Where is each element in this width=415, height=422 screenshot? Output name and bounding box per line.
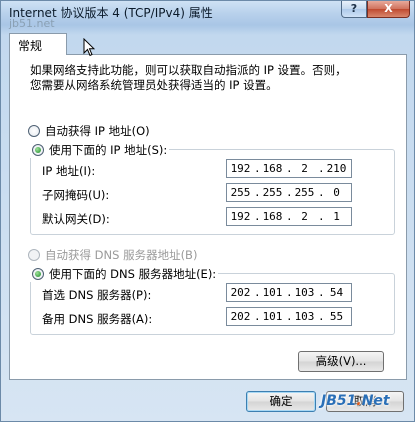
octet: 192 bbox=[230, 162, 251, 175]
tcpip-properties-dialog: Internet 协议版本 4 (TCP/IPv4) 属性 jb51.net ?… bbox=[0, 0, 415, 422]
description-text: 如果网络支持此功能，则可以获取自动指派的 IP 设置。否则， 您需要从网络系统管… bbox=[30, 63, 400, 93]
octet: 168 bbox=[262, 162, 283, 175]
manual-ip-legend: 使用下面的 IP 地址(S): bbox=[30, 142, 170, 158]
default-gateway-label: 默认网关(D): bbox=[42, 212, 110, 226]
watermark-prefix: JB51 bbox=[321, 393, 357, 409]
preferred-dns-label: 首选 DNS 服务器(P): bbox=[42, 288, 152, 302]
watermark-logo: JB51.Net bbox=[321, 393, 390, 409]
auto-dns-radio bbox=[28, 249, 40, 261]
advanced-button[interactable]: 高级(V)... bbox=[298, 351, 384, 372]
preferred-dns-input[interactable]: 202. 101. 103. 54 bbox=[226, 283, 352, 302]
manual-ip-label: 使用下面的 IP 地址(S): bbox=[49, 143, 168, 157]
octet: 210 bbox=[326, 162, 347, 175]
octet: 168 bbox=[262, 210, 283, 223]
octet: 54 bbox=[329, 286, 344, 299]
ip-address-label: IP 地址(I): bbox=[42, 164, 96, 178]
watermark-text: jb51.net bbox=[9, 17, 55, 30]
alternate-dns-label: 备用 DNS 服务器(A): bbox=[42, 312, 153, 326]
octet: 2 bbox=[301, 210, 308, 223]
default-gateway-input[interactable]: 192. 168. 2. 1 bbox=[226, 207, 352, 226]
ok-button[interactable]: 确定 bbox=[246, 391, 316, 412]
octet: 202 bbox=[230, 286, 251, 299]
subnet-mask-input[interactable]: 255. 255. 255. 0 bbox=[226, 183, 352, 202]
description-line-1: 如果网络支持此功能，则可以获取自动指派的 IP 设置。否则， bbox=[30, 63, 347, 77]
auto-ip-radio[interactable] bbox=[28, 125, 40, 137]
tab-strip: 常规 bbox=[9, 33, 407, 55]
octet: 1 bbox=[333, 210, 340, 223]
manual-dns-label: 使用下面的 DNS 服务器地址(E): bbox=[49, 267, 217, 281]
manual-dns-radio[interactable] bbox=[32, 268, 44, 280]
octet: 2 bbox=[301, 162, 308, 175]
tab-general[interactable]: 常规 bbox=[9, 33, 67, 55]
help-button[interactable]: ? bbox=[341, 1, 367, 18]
auto-dns-label: 自动获得 DNS 服务器地址(B) bbox=[45, 248, 198, 262]
close-button[interactable]: X bbox=[367, 1, 410, 18]
octet: 255 bbox=[262, 186, 283, 199]
octet: 255 bbox=[230, 186, 251, 199]
ip-address-input[interactable]: 192. 168. 2. 210 bbox=[226, 159, 352, 178]
mouse-pointer-icon bbox=[83, 38, 95, 57]
subnet-mask-label: 子网掩码(U): bbox=[42, 188, 110, 202]
title-bar[interactable]: Internet 协议版本 4 (TCP/IPv4) 属性 jb51.net ?… bbox=[1, 1, 414, 30]
octet: 103 bbox=[294, 310, 315, 323]
alternate-dns-input[interactable]: 202. 101. 103. 55 bbox=[226, 307, 352, 326]
octet: 101 bbox=[262, 286, 283, 299]
watermark-suffix: Net bbox=[361, 393, 390, 409]
description-line-2: 您需要从网络系统管理员处获得适当的 IP 设置。 bbox=[30, 78, 278, 92]
manual-ip-radio[interactable] bbox=[32, 144, 44, 156]
general-tab-panel: 如果网络支持此功能，则可以获取自动指派的 IP 设置。否则， 您需要从网络系统管… bbox=[9, 54, 407, 380]
manual-dns-legend: 使用下面的 DNS 服务器地址(E): bbox=[30, 266, 219, 282]
octet: 192 bbox=[230, 210, 251, 223]
octet: 55 bbox=[329, 310, 344, 323]
octet: 202 bbox=[230, 310, 251, 323]
auto-dns-option: 自动获得 DNS 服务器地址(B) bbox=[28, 247, 197, 263]
manual-dns-option[interactable]: 使用下面的 DNS 服务器地址(E): bbox=[30, 266, 219, 282]
manual-ip-option[interactable]: 使用下面的 IP 地址(S): bbox=[30, 142, 170, 158]
octet: 255 bbox=[294, 186, 315, 199]
octet: 103 bbox=[294, 286, 315, 299]
octet: 0 bbox=[333, 186, 340, 199]
auto-ip-label: 自动获得 IP 地址(O) bbox=[45, 124, 150, 138]
auto-ip-option[interactable]: 自动获得 IP 地址(O) bbox=[28, 123, 150, 139]
octet: 101 bbox=[262, 310, 283, 323]
